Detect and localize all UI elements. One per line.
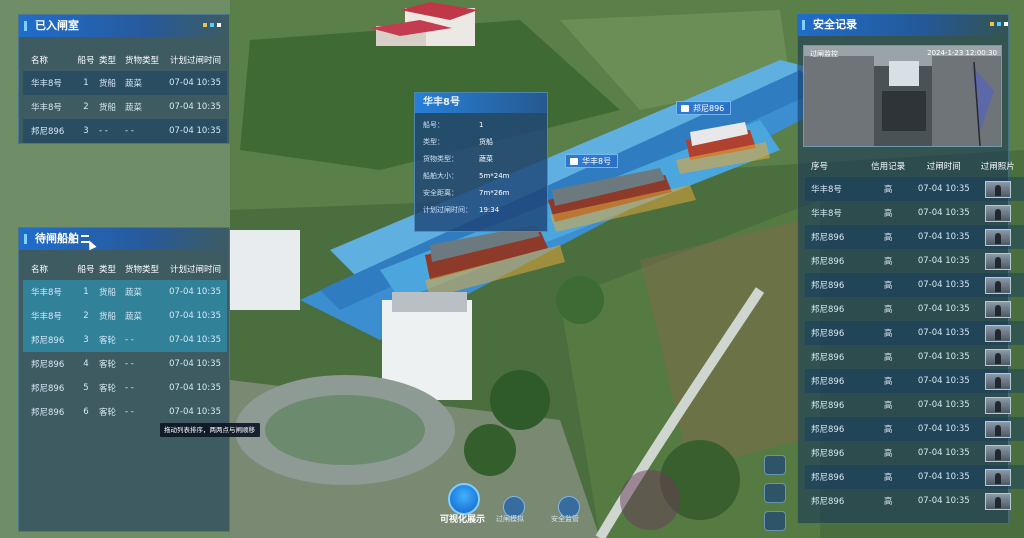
in-chamber-table: 名称 船号 类型 货物类型 计划过闸时间 华丰8号 1 货船 蔬菜 07-04 …: [23, 49, 227, 143]
nav-visualization-label[interactable]: 可视化展示: [440, 512, 485, 525]
col-time: 计划过闸时间: [169, 56, 221, 66]
col-no: 船号: [77, 265, 95, 275]
table-row[interactable]: 邦尼896 高 07-04 10:35: [805, 297, 1024, 321]
table-row[interactable]: 邦尼896 高 07-04 10:35: [805, 249, 1024, 273]
info-card-title: 华丰8号: [415, 93, 547, 113]
visualization-icon[interactable]: [448, 483, 480, 515]
col-no: 船号: [77, 56, 95, 66]
table-row[interactable]: 华丰8号 1 货船 蔬菜 07-04 10:35: [23, 71, 227, 95]
waiting-ships-panel: 待闸船舶 名称 船号 类型 货物类型 计划过闸时间 华丰8号 1 货船 蔬菜 0…: [18, 227, 231, 532]
col-time: 计划过闸时间: [169, 265, 221, 275]
table-row[interactable]: 华丰8号 1 货船 蔬菜 07-04 10:35: [23, 280, 227, 304]
table-row[interactable]: 邦尼896 5 客轮 - - 07-04 10:35: [23, 376, 227, 400]
photo-thumbnail[interactable]: [984, 348, 1011, 366]
col-name: 名称: [31, 265, 49, 275]
clipboard-icon[interactable]: [764, 455, 786, 475]
table-row[interactable]: 邦尼896 4 客轮 - - 07-04 10:35: [23, 352, 227, 376]
in-chamber-panel: 已入闸室 名称 船号 类型 货物类型 计划过闸时间 华丰8号 1 货船 蔬菜 0…: [18, 14, 231, 144]
table-row[interactable]: 邦尼896 高 07-04 10:35: [805, 321, 1024, 345]
col-photo: 过闸照片: [980, 162, 1015, 172]
info-row: 货物类型： 蔬菜: [423, 155, 493, 163]
photo-thumbnail[interactable]: [984, 180, 1011, 198]
info-row: 计划过闸时间： 19:34: [423, 206, 500, 214]
col-time: 过闸时间: [926, 162, 961, 172]
drag-sort-tooltip: 拖动列表排序，两两点与闸顺移: [160, 423, 260, 437]
table-row[interactable]: 邦尼896 高 07-04 10:35: [805, 441, 1024, 465]
photo-thumbnail[interactable]: [984, 204, 1011, 222]
photo-timestamp: 2024-1-23 12:00:30: [927, 49, 997, 57]
table-header: 序号 信用记录 过闸时间 过闸照片: [805, 155, 1024, 177]
col-no: 序号: [811, 162, 829, 172]
panel-title: 待闸船舶: [19, 228, 231, 250]
photo-thumbnail[interactable]: [984, 468, 1011, 486]
nav-safety-label[interactable]: 安全监管: [551, 514, 579, 524]
info-row: 船号： 1: [423, 121, 484, 129]
table-row[interactable]: 邦尼896 高 07-04 10:35: [805, 417, 1024, 441]
col-type: 类型: [99, 265, 117, 275]
table-row[interactable]: 华丰8号 2 货船 蔬菜 07-04 10:35: [23, 95, 227, 119]
col-cargo: 货物类型: [125, 56, 160, 66]
photo-thumbnail[interactable]: [984, 324, 1011, 342]
info-row: 安全距离： 7m*26m: [423, 189, 510, 197]
ship-label-front[interactable]: 邦尼896: [676, 101, 732, 115]
col-cargo: 货物类型: [125, 265, 160, 275]
photo-thumbnail[interactable]: [984, 444, 1011, 462]
lock-chamber-image: [804, 46, 1001, 146]
table-row[interactable]: 邦尼896 高 07-04 10:35: [805, 369, 1024, 393]
table-row[interactable]: 邦尼896 3 客轮 - - 07-04 10:35: [23, 328, 227, 352]
photo-thumbnail[interactable]: [984, 492, 1011, 510]
panel-title: 已入闸室: [19, 15, 231, 37]
camera-icon[interactable]: [764, 483, 786, 503]
photo-thumbnail[interactable]: [984, 396, 1011, 414]
title-dots: [203, 23, 221, 27]
globe-icon[interactable]: [764, 511, 786, 531]
info-row: 类型： 货船: [423, 138, 493, 146]
photo-thumbnail[interactable]: [984, 372, 1011, 390]
panel-title: 安全记录: [797, 14, 1009, 36]
table-row[interactable]: 邦尼896 高 07-04 10:35: [805, 393, 1024, 417]
table-header: 名称 船号 类型 货物类型 计划过闸时间: [23, 49, 227, 71]
col-credit: 信用记录: [871, 162, 906, 172]
table-row[interactable]: 邦尼896 高 07-04 10:35: [805, 489, 1024, 513]
safety-record-table: 序号 信用记录 过闸时间 过闸照片 华丰8号高 07-04 10:35 华丰8号高 0…: [805, 155, 1024, 513]
table-row[interactable]: 邦尼896 高 07-04 10:35: [805, 273, 1024, 297]
ship-icon: [681, 105, 689, 112]
ship-icon: [570, 158, 578, 165]
photo-thumbnail[interactable]: [984, 300, 1011, 318]
info-row: 船舶大小： 5m*24m: [423, 172, 510, 180]
table-header: 名称 船号 类型 货物类型 计划过闸时间: [23, 258, 227, 280]
photo-caption: 过闸监控: [810, 50, 838, 58]
table-row[interactable]: 邦尼896 高 07-04 10:35: [805, 465, 1024, 489]
photo-thumbnail[interactable]: [984, 276, 1011, 294]
photo-thumbnail[interactable]: [984, 252, 1011, 270]
nav-simulation-label[interactable]: 过闸模拟: [496, 514, 524, 524]
table-row[interactable]: 邦尼896 6 客轮 - - 07-04 10:35: [23, 400, 227, 424]
lock-camera-photo[interactable]: 过闸监控 2024-1-23 12:00:30: [803, 45, 1002, 147]
waiting-ships-table: 名称 船号 类型 货物类型 计划过闸时间 华丰8号 1 货船 蔬菜 07-04 …: [23, 258, 227, 424]
table-row[interactable]: 邦尼896 高 07-04 10:35: [805, 345, 1024, 369]
safety-table-body: 华丰8号高 07-04 10:35 华丰8号高 07-04 10:35 邦尼896 高 07…: [805, 177, 1024, 513]
photo-thumbnail[interactable]: [984, 228, 1011, 246]
table-row[interactable]: 邦尼896 3 - - - - 07-04 10:35: [23, 119, 227, 143]
table-row[interactable]: 华丰8号 2 货船 蔬菜 07-04 10:35: [23, 304, 227, 328]
ship-label-middle[interactable]: 华丰8号: [565, 154, 619, 168]
col-name: 名称: [31, 56, 49, 66]
ship-info-card: 华丰8号 船号： 1 类型： 货船 货物类型： 蔬菜 船舶大小： 5m*24m 安全距离…: [414, 92, 548, 232]
col-type: 类型: [99, 56, 117, 66]
photo-thumbnail[interactable]: [984, 420, 1011, 438]
table-row[interactable]: 华丰8号高 07-04 10:35: [805, 177, 1024, 201]
table-row[interactable]: 邦尼896 高 07-04 10:35: [805, 225, 1024, 249]
title-dots: [990, 22, 1008, 26]
table-row[interactable]: 华丰8号高 07-04 10:35: [805, 201, 1024, 225]
